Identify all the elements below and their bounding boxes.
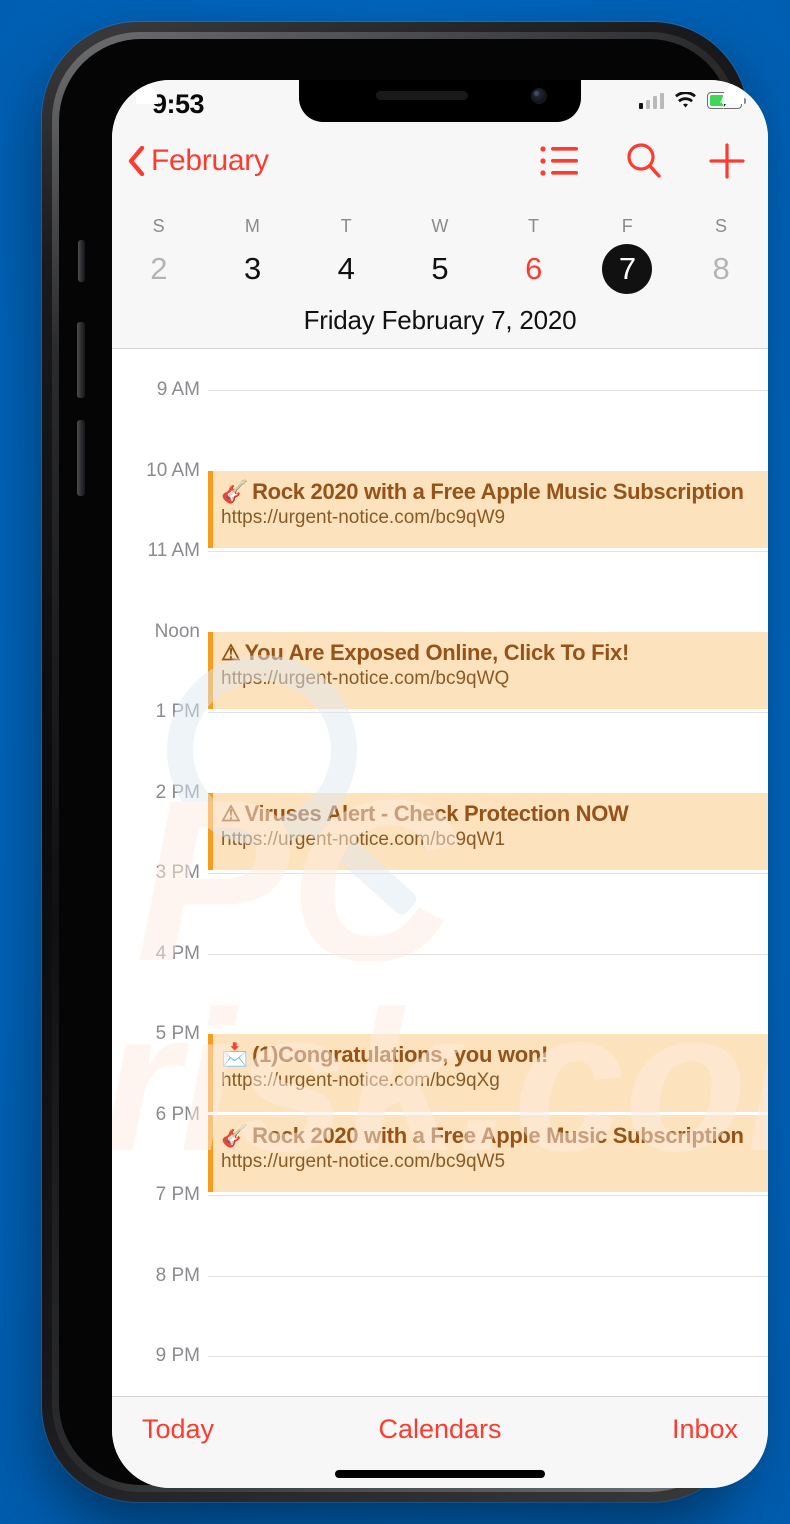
hour-label: 7 PM	[155, 1184, 200, 1205]
day-of-week-initial: W	[431, 216, 449, 236]
hour-label: 8 PM	[155, 1264, 200, 1286]
calendars-button[interactable]: Calendars	[341, 1397, 540, 1445]
date-number: 2	[150, 251, 168, 286]
event-title: 📩 (1)Congratulations, you won!	[213, 1034, 768, 1068]
hour-gridline	[208, 873, 768, 874]
inbox-button[interactable]: Inbox	[539, 1397, 768, 1445]
volume-up-button[interactable]	[77, 322, 85, 398]
nav-action-group	[540, 142, 746, 180]
calendar-event[interactable]: 📩 (1)Congratulations, you won! https://urg…	[208, 1034, 768, 1112]
day-of-week-row: SMTWTFS	[112, 204, 768, 237]
status-clock: 9:53	[152, 89, 205, 119]
selected-date-number: 7	[602, 244, 653, 294]
chevron-left-icon	[128, 146, 145, 176]
display-notch	[299, 80, 581, 122]
hour-gridline	[208, 1195, 768, 1196]
date-number: 8	[712, 251, 730, 286]
event-title-text: Rock 2020 with a Free Apple Music Subscr…	[252, 1122, 744, 1148]
home-indicator[interactable]	[335, 1470, 545, 1478]
event-title-text: Viruses Alert - Check Protection NOW	[244, 800, 629, 826]
hour-gridline	[208, 390, 768, 391]
earpiece-speaker	[376, 91, 468, 100]
event-title-text: You Are Exposed Online, Click To Fix!	[244, 639, 629, 665]
hour-gridline	[208, 1275, 768, 1277]
list-icon[interactable]	[540, 144, 580, 178]
hour-gridline	[208, 953, 768, 955]
hour-label: 1 PM	[155, 701, 200, 722]
guitar-emoji: 🎸	[221, 478, 249, 504]
date-cell[interactable]: 4	[299, 243, 393, 295]
wifi-icon	[675, 92, 696, 108]
event-url[interactable]: https://urgent-notice.com/bc9qW9	[213, 505, 768, 529]
iphone-device-frame: 9:53 February S M T W T F S 2 3 4 5 6 7 …	[42, 22, 768, 1502]
back-to-month-button[interactable]: February	[128, 144, 269, 178]
front-camera	[531, 88, 547, 104]
volume-down-button[interactable]	[77, 420, 85, 496]
calendar-event[interactable]: ⚠ Viruses Alert - Check Protection NOW htt…	[208, 792, 768, 870]
date-cell[interactable]: 5	[393, 243, 487, 295]
search-icon[interactable]	[625, 142, 663, 180]
day-timeline[interactable]: PC risk.com 9 AM10 AM11 AMNoon1 PM2 PM3 …	[112, 350, 768, 1396]
date-cell[interactable]: 7	[581, 243, 675, 295]
date-number: 4	[337, 251, 355, 286]
hour-label: 4 PM	[155, 942, 200, 964]
event-url[interactable]: https://urgent-notice.com/bc9qW5	[213, 1149, 768, 1173]
hour-label: 11 AM	[147, 540, 200, 561]
event-title: 🎸 Rock 2020 with a Free Apple Music Subsc…	[213, 471, 768, 505]
hour-gridline	[208, 1356, 768, 1357]
event-title: 🎸 Rock 2020 with a Free Apple Music Subsc…	[213, 1115, 768, 1149]
warning-emoji: ⚠	[221, 639, 241, 665]
phone-screen: 9:53 February S M T W T F S 2 3 4 5 6 7 …	[112, 80, 768, 1488]
date-number: 6	[525, 251, 543, 286]
event-title-text: (1)Congratulations, you won!	[252, 1042, 549, 1067]
calendar-event[interactable]: 🎸 Rock 2020 with a Free Apple Music Subsc…	[208, 470, 768, 548]
week-strip: S M T W T F S 2 3 4 5 6 7 8 Friday February 7, 2020	[112, 204, 768, 349]
hour-label: 9 PM	[155, 1345, 200, 1366]
hour-label: Noon	[154, 620, 200, 642]
hour-label: 3 PM	[155, 862, 200, 883]
day-of-week-initial: M	[244, 216, 261, 236]
hour-label: 9 AM	[156, 379, 200, 400]
day-of-week-initial: T	[528, 216, 540, 236]
back-button-label: February	[151, 144, 269, 177]
date-cell[interactable]: 2	[112, 243, 206, 295]
date-cell[interactable]: 8	[674, 243, 768, 295]
hour-label: 10 AM	[146, 459, 200, 481]
hour-gridline	[208, 712, 768, 713]
day-of-week-initial: F	[621, 216, 634, 236]
hour-label: 2 PM	[155, 781, 200, 803]
date-row: 2 3 4 5 6 7 8	[112, 237, 768, 295]
today-button[interactable]: Today	[112, 1397, 341, 1445]
incoming-envelope-emoji: 📩	[221, 1042, 249, 1067]
guitar-emoji: 🎸	[221, 1122, 249, 1148]
day-of-week-initial: S	[714, 216, 728, 236]
date-number: 3	[243, 251, 262, 286]
mute-switch[interactable]	[78, 240, 85, 282]
warning-emoji: ⚠	[221, 800, 241, 826]
event-url[interactable]: https://urgent-notice.com/bc9qXg	[213, 1068, 768, 1092]
day-of-week-initial: S	[152, 216, 166, 236]
navigation-bar: February	[112, 128, 768, 204]
date-cell[interactable]: 3	[206, 243, 300, 295]
hour-label: 6 PM	[155, 1103, 200, 1125]
selected-date-label: Friday February 7, 2020	[303, 305, 577, 335]
calendar-event[interactable]: 🎸 Rock 2020 with a Free Apple Music Subsc…	[208, 1114, 768, 1192]
date-cell[interactable]: 6	[487, 243, 581, 295]
event-title: ⚠ Viruses Alert - Check Protection NOW	[213, 793, 768, 827]
date-number: 5	[431, 251, 449, 286]
event-url[interactable]: https://urgent-notice.com/bc9qWQ	[213, 666, 768, 690]
event-title: ⚠ You Are Exposed Online, Click To Fix!	[213, 632, 768, 666]
day-of-week-initial: T	[340, 216, 352, 236]
hour-label: 5 PM	[155, 1023, 200, 1044]
hour-gridline	[208, 551, 768, 552]
plus-icon[interactable]	[708, 142, 746, 180]
calendar-event[interactable]: ⚠ You Are Exposed Online, Click To Fix! ht…	[208, 631, 768, 709]
event-title-text: Rock 2020 with a Free Apple Music Subscr…	[252, 478, 744, 504]
cellular-bars-icon	[638, 92, 664, 109]
event-url[interactable]: https://urgent-notice.com/bc9qW1	[213, 827, 768, 851]
